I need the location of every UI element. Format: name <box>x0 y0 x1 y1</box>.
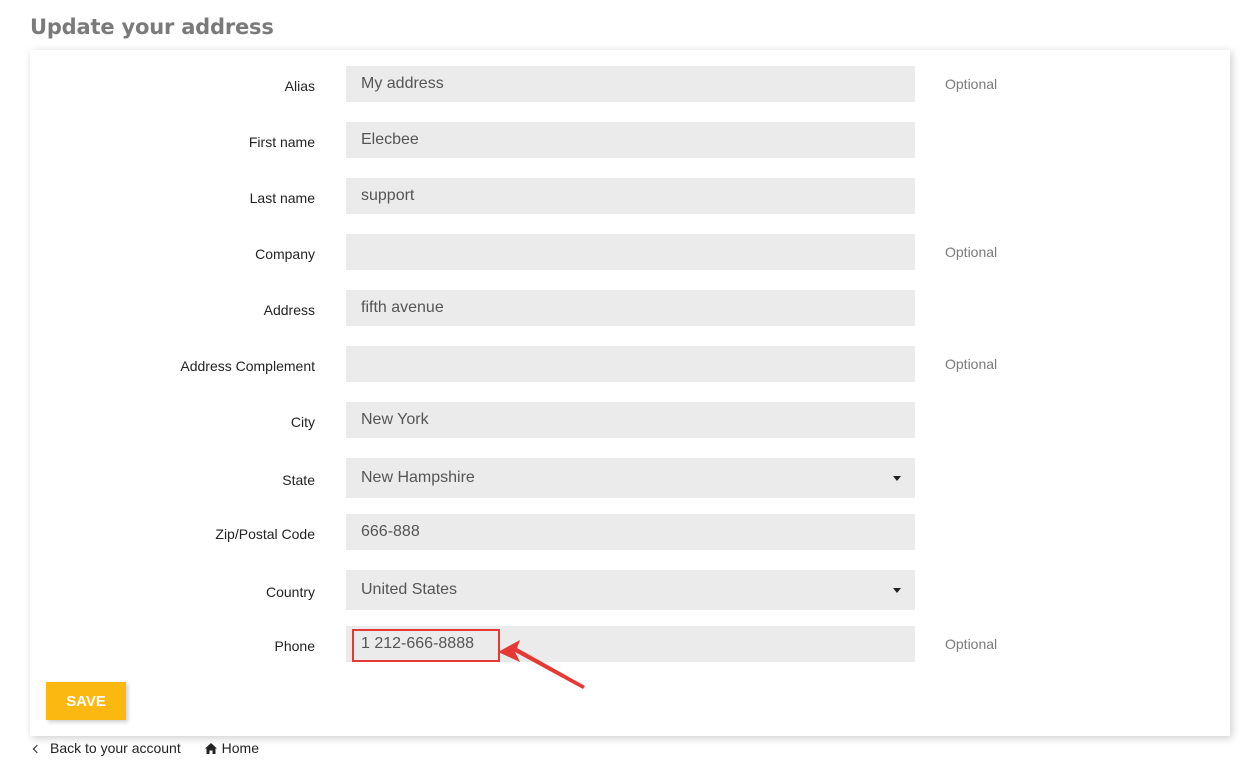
optional-comment: Optional <box>945 636 998 652</box>
field-label-last-name: Last name <box>249 190 315 206</box>
optional-comment: Optional <box>945 244 998 260</box>
state-select[interactable]: New Hampshire <box>346 458 915 498</box>
field-label-address: Address <box>263 302 315 318</box>
form-row-city: City <box>30 402 1230 442</box>
form-row-first-name: First name <box>30 122 1230 162</box>
caret-down-icon <box>893 476 901 481</box>
back-to-account-link[interactable]: Back to your account <box>32 740 181 756</box>
home-label: Home <box>221 740 259 756</box>
state-select-value: New Hampshire <box>361 469 475 486</box>
field-label-alias: Alias <box>284 78 315 94</box>
country-select-value: United States <box>361 581 458 598</box>
field-label-state: State <box>282 472 315 488</box>
address-complement-input[interactable] <box>346 346 915 382</box>
back-to-account-label: Back to your account <box>50 740 181 756</box>
address-form: Alias Optional First name Last name Comp… <box>30 50 1230 736</box>
field-label-zip: Zip/Postal Code <box>215 526 315 542</box>
field-label-city: City <box>290 414 315 430</box>
address-input[interactable] <box>346 290 915 326</box>
zip-code-input[interactable] <box>346 514 915 550</box>
form-row-country: Country United States <box>30 570 1230 610</box>
optional-comment: Optional <box>945 76 998 92</box>
form-row-address-complement: Address Complement Optional <box>30 346 1230 386</box>
save-button[interactable]: Save <box>46 682 126 720</box>
home-link[interactable]: Home <box>204 740 259 756</box>
form-row-phone: Phone Optional <box>30 626 1230 666</box>
phone-input[interactable] <box>346 626 915 662</box>
form-row-state: State New Hampshire <box>30 458 1230 498</box>
form-row-alias: Alias Optional <box>30 66 1230 106</box>
form-row-company: Company Optional <box>30 234 1230 274</box>
country-select[interactable]: United States <box>346 570 915 610</box>
last-name-input[interactable] <box>346 178 915 214</box>
field-label-country: Country <box>265 584 315 600</box>
page-title: Update your address <box>30 15 274 39</box>
alias-input[interactable] <box>346 66 915 102</box>
field-label-phone: Phone <box>274 638 315 654</box>
caret-down-icon <box>893 588 901 593</box>
form-row-zip: Zip/Postal Code <box>30 514 1230 554</box>
form-row-last-name: Last name <box>30 178 1230 218</box>
optional-comment: Optional <box>945 356 998 372</box>
city-input[interactable] <box>346 402 915 438</box>
chevron-left-icon <box>32 744 42 754</box>
footer-links: Back to your account Home <box>32 740 279 756</box>
field-label-address-complement: Address Complement <box>180 358 315 374</box>
home-icon <box>204 743 217 754</box>
field-label-first-name: First name <box>248 134 315 150</box>
field-label-company: Company <box>255 246 315 262</box>
form-row-address: Address <box>30 290 1230 330</box>
first-name-input[interactable] <box>346 122 915 158</box>
company-input[interactable] <box>346 234 915 270</box>
